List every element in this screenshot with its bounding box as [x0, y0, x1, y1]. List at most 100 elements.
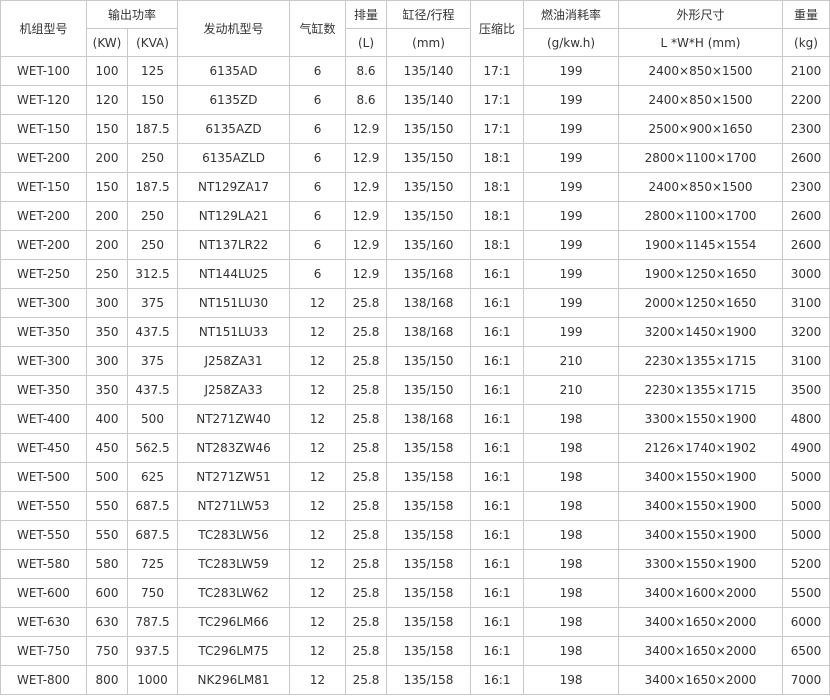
cell-model: WET-550 [0, 491, 87, 521]
cell-cylinders: 12 [289, 665, 347, 695]
cell-cylinders: 12 [289, 607, 347, 637]
cell-displacement: 12.9 [345, 143, 388, 173]
cell-displacement: 25.8 [345, 462, 388, 492]
cell-weight: 3200 [782, 317, 830, 347]
cell-dimensions: 3400×1650×2000 [618, 636, 784, 666]
cell-compression-ratio: 18:1 [470, 143, 525, 173]
cell-cylinders: 12 [289, 578, 347, 608]
cell-cylinders: 6 [289, 56, 347, 86]
cell-bore-stroke: 138/168 [386, 404, 472, 434]
cell-compression-ratio: 17:1 [470, 56, 525, 86]
cell-kw: 120 [86, 85, 128, 115]
cell-fuel-consumption: 198 [523, 462, 620, 492]
cell-kva: 787.5 [126, 607, 179, 637]
cell-kw: 630 [86, 607, 128, 637]
cell-kw: 150 [86, 172, 128, 202]
cell-kw: 550 [86, 491, 128, 521]
cell-fuel-consumption: 199 [523, 56, 620, 86]
cell-cylinders: 12 [289, 636, 347, 666]
cell-kw: 300 [86, 346, 128, 376]
header-bore-stroke: 缸径/行程 [386, 0, 472, 29]
cell-engine-model: NT271ZW40 [177, 404, 291, 434]
cell-fuel-consumption: 199 [523, 288, 620, 318]
cell-compression-ratio: 16:1 [470, 433, 525, 463]
cell-weight: 2600 [782, 230, 830, 260]
cell-displacement: 8.6 [345, 85, 388, 115]
table-row: WET-350 350 437.5 NT151LU33 12 25.8 138/168 16:… [0, 317, 830, 347]
cell-engine-model: TC296LM75 [177, 636, 291, 666]
header-fuel-consumption-unit: (g/kw.h) [523, 28, 620, 57]
cell-fuel-consumption: 199 [523, 230, 620, 260]
cell-displacement: 25.8 [345, 375, 388, 405]
cell-engine-model: NT129LA21 [177, 201, 291, 231]
cell-cylinders: 6 [289, 85, 347, 115]
cell-kva: 250 [126, 201, 179, 231]
cell-displacement: 25.8 [345, 346, 388, 376]
cell-model: WET-350 [0, 375, 87, 405]
cell-fuel-consumption: 199 [523, 85, 620, 115]
cell-kw: 800 [86, 665, 128, 695]
cell-weight: 6500 [782, 636, 830, 666]
cell-engine-model: NT271ZW51 [177, 462, 291, 492]
cell-kw: 300 [86, 288, 128, 318]
cell-fuel-consumption: 198 [523, 665, 620, 695]
cell-cylinders: 12 [289, 375, 347, 405]
cell-displacement: 25.8 [345, 520, 388, 550]
table-row: WET-150 150 187.5 NT129ZA17 6 12.9 135/150 18:1… [0, 172, 830, 202]
cell-dimensions: 3400×1650×2000 [618, 607, 784, 637]
cell-kva: 625 [126, 462, 179, 492]
cell-displacement: 25.8 [345, 491, 388, 521]
table-row: WET-250 250 312.5 NT144LU25 6 12.9 135/168 16:1… [0, 259, 830, 289]
table-row: WET-630 630 787.5 TC296LM66 12 25.8 135/158 16:… [0, 607, 830, 637]
cell-dimensions: 2126×1740×1902 [618, 433, 784, 463]
cell-engine-model: NT151LU30 [177, 288, 291, 318]
cell-kva: 725 [126, 549, 179, 579]
cell-weight: 3500 [782, 375, 830, 405]
table-row: WET-150 150 187.5 6135AZD 6 12.9 135/150 17:1 19… [0, 114, 830, 144]
header-displacement-unit: (L) [345, 28, 388, 57]
cell-engine-model: NT283ZW46 [177, 433, 291, 463]
cell-cylinders: 12 [289, 433, 347, 463]
cell-kva: 187.5 [126, 114, 179, 144]
cell-model: WET-580 [0, 549, 87, 579]
cell-compression-ratio: 16:1 [470, 259, 525, 289]
cell-fuel-consumption: 199 [523, 317, 620, 347]
cell-model: WET-400 [0, 404, 87, 434]
cell-displacement: 25.8 [345, 433, 388, 463]
cell-fuel-consumption: 198 [523, 491, 620, 521]
cell-engine-model: NT129ZA17 [177, 172, 291, 202]
cell-kva: 750 [126, 578, 179, 608]
cell-displacement: 25.8 [345, 288, 388, 318]
cell-displacement: 25.8 [345, 636, 388, 666]
cell-kw: 100 [86, 56, 128, 86]
cell-weight: 2600 [782, 201, 830, 231]
cell-model: WET-450 [0, 433, 87, 463]
cell-displacement: 25.8 [345, 317, 388, 347]
cell-dimensions: 2230×1355×1715 [618, 375, 784, 405]
cell-displacement: 25.8 [345, 665, 388, 695]
cell-dimensions: 2400×850×1500 [618, 56, 784, 86]
cell-kw: 580 [86, 549, 128, 579]
table-row: WET-600 600 750 TC283LW62 12 25.8 135/158 16:1 1… [0, 578, 830, 608]
cell-bore-stroke: 135/158 [386, 578, 472, 608]
cell-kw: 500 [86, 462, 128, 492]
table-row: WET-550 550 687.5 NT271LW53 12 25.8 135/158 16:… [0, 491, 830, 521]
cell-dimensions: 3400×1550×1900 [618, 520, 784, 550]
table-row: WET-580 580 725 TC283LW59 12 25.8 135/158 16:1 1… [0, 549, 830, 579]
cell-compression-ratio: 16:1 [470, 607, 525, 637]
cell-cylinders: 6 [289, 143, 347, 173]
table-row: WET-550 550 687.5 TC283LW56 12 25.8 135/158 16:… [0, 520, 830, 550]
cell-kw: 450 [86, 433, 128, 463]
cell-fuel-consumption: 198 [523, 404, 620, 434]
cell-bore-stroke: 135/158 [386, 549, 472, 579]
cell-kw: 600 [86, 578, 128, 608]
cell-kva: 250 [126, 230, 179, 260]
cell-cylinders: 6 [289, 259, 347, 289]
cell-bore-stroke: 135/158 [386, 491, 472, 521]
cell-weight: 5200 [782, 549, 830, 579]
cell-displacement: 25.8 [345, 578, 388, 608]
cell-bore-stroke: 135/158 [386, 462, 472, 492]
header-bore-stroke-unit: (mm) [386, 28, 472, 57]
cell-model: WET-150 [0, 172, 87, 202]
header-weight-unit: (kg) [782, 28, 830, 57]
